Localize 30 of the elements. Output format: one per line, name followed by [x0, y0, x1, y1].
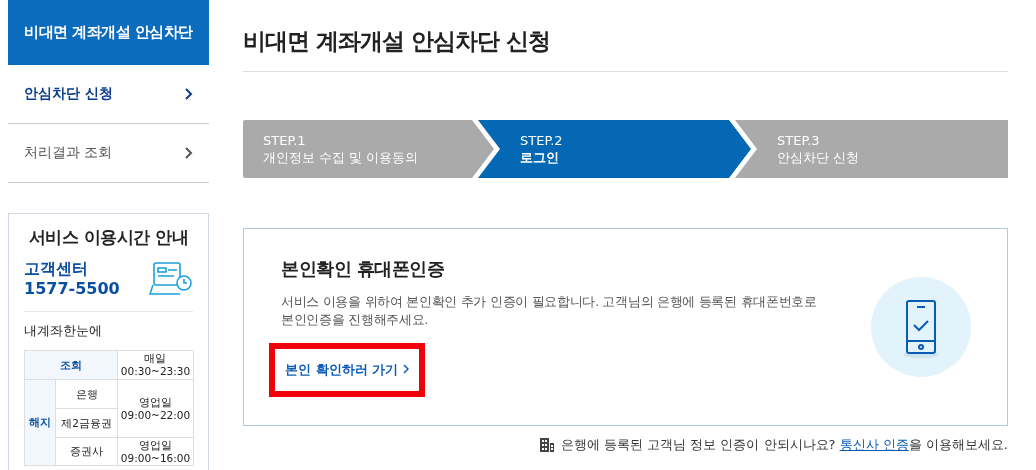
- step-indicator: STEP.1 개인정보 수집 및 이용동의: [243, 120, 494, 178]
- call-center-label: 고객센터: [24, 259, 89, 279]
- table-header: 해지: [25, 380, 56, 466]
- step-indicator: STEP.3 안심차단 신청: [735, 120, 1008, 178]
- table-cell: 증권사: [56, 438, 118, 466]
- step-indicator: STEP.2 로그인: [478, 120, 751, 178]
- section-label: 내계좌한눈에: [24, 322, 103, 340]
- carrier-auth-link[interactable]: 통신사 인증: [839, 437, 909, 452]
- verify-link[interactable]: 본인 확인하러 가기: [269, 343, 425, 397]
- document-clock-icon: [149, 261, 193, 297]
- chevron-right-icon: [402, 364, 409, 374]
- phone-number: 1577-5500: [24, 279, 120, 299]
- chevron-right-icon: [185, 147, 193, 159]
- table-cell: 은행: [56, 380, 118, 409]
- table-header: 조회: [25, 351, 118, 380]
- building-icon: [538, 437, 555, 453]
- table-cell: 영업일 09:00~22:00: [118, 380, 194, 438]
- sidebar-title: 비대면 계좌개설 안심차단: [8, 0, 209, 65]
- page-title: 비대면 계좌개설 안심차단 신청: [243, 0, 1008, 72]
- sidebar-item[interactable]: 처리결과 조회: [8, 124, 209, 183]
- table-cell: 제2금융권: [56, 409, 118, 438]
- table-cell: 매일 00:30~23:30: [118, 351, 194, 380]
- card-title: 본인확인 휴대폰인증: [281, 257, 446, 281]
- panel-title: 서비스 이용시간 안내: [27, 226, 190, 249]
- chevron-right-icon: [185, 88, 193, 100]
- table-cell: 영업일 09:00~16:00: [118, 438, 194, 466]
- help-text: 은행에 등록된 고객님 정보 인증이 안되시나요? 통신사 인증을 이용해보세요.: [560, 436, 1008, 454]
- sidebar-item[interactable]: 안심차단 신청: [8, 65, 209, 124]
- card-description: 서비스 이용을 위하여 본인확인 추가 인증이 필요합니다. 고객님의 은행에 등록된 휴대폰번호로 본인인증을 진행해주세요.: [281, 293, 817, 329]
- phone-check-icon: [871, 277, 971, 377]
